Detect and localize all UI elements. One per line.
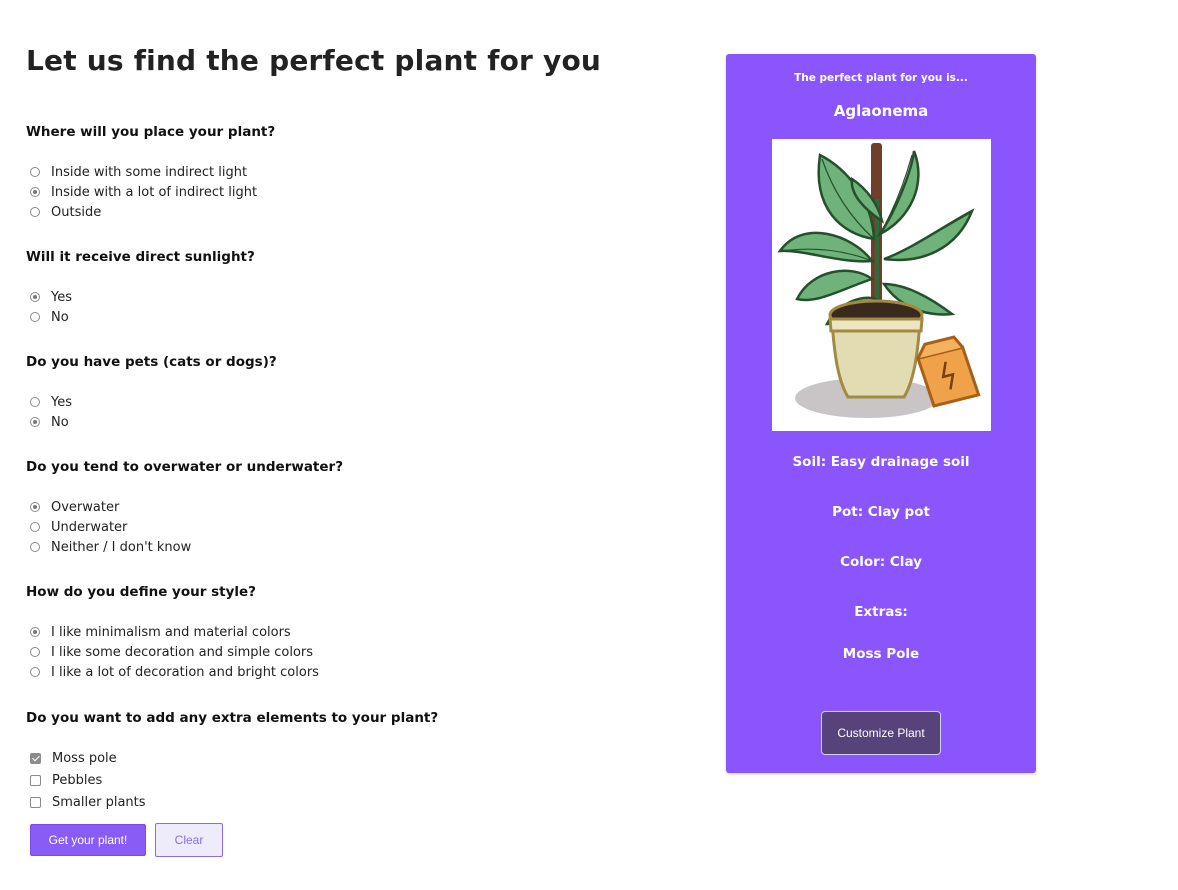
result-card: The perfect plant for you is... Aglaonem… [726, 54, 1036, 773]
option-watering-over[interactable]: Overwater [30, 498, 119, 516]
option-label: Moss pole [52, 750, 117, 766]
option-sunlight-yes[interactable]: Yes [30, 288, 72, 306]
question-pets: Do you have pets (cats or dogs)? [26, 354, 277, 370]
page-title: Let us find the perfect plant for you [26, 44, 602, 77]
potted-plant-icon [777, 143, 981, 418]
option-label: I like some decoration and simple colors [51, 644, 314, 660]
option-label: Underwater [51, 519, 128, 535]
get-your-plant-button[interactable]: Get your plant! [30, 824, 146, 856]
checkbox-checked[interactable] [30, 752, 41, 764]
option-label: Yes [51, 394, 72, 410]
customize-plant-button[interactable]: Customize Plant [821, 711, 941, 755]
checkbox-extra-moss-pole[interactable]: Moss pole [30, 749, 117, 767]
question-extras: Do you want to add any extra elements to… [26, 710, 439, 726]
option-pets-yes[interactable]: Yes [30, 393, 72, 411]
radio-button[interactable] [30, 207, 40, 217]
radio-button[interactable] [30, 522, 40, 532]
option-placement-some-light[interactable]: Inside with some indirect light [30, 163, 247, 181]
radio-button[interactable] [30, 397, 40, 407]
option-pets-no[interactable]: No [30, 413, 69, 431]
radio-button[interactable] [30, 647, 40, 657]
radio-button-selected[interactable] [30, 627, 40, 637]
question-watering: Do you tend to overwater or underwater? [26, 459, 344, 475]
radio-button-selected[interactable] [30, 187, 40, 197]
radio-button-selected[interactable] [30, 292, 40, 302]
checkbox-extra-pebbles[interactable]: Pebbles [30, 771, 102, 789]
option-style-some-decoration[interactable]: I like some decoration and simple colors [30, 643, 313, 661]
option-label: Neither / I don't know [51, 539, 192, 555]
option-label: Overwater [51, 499, 120, 515]
question-style: How do you define your style? [26, 584, 257, 600]
checkbox[interactable] [30, 774, 41, 786]
option-watering-under[interactable]: Underwater [30, 518, 127, 536]
option-placement-outside[interactable]: Outside [30, 203, 101, 221]
radio-button[interactable] [30, 167, 40, 177]
radio-button[interactable] [30, 542, 40, 552]
question-placement: Where will you place your plant? [26, 124, 276, 140]
plant-image [772, 139, 991, 431]
option-label: Smaller plants [52, 794, 146, 810]
clear-button[interactable]: Clear [155, 823, 223, 857]
option-label: Inside with a lot of indirect light [51, 184, 258, 200]
option-label: No [51, 414, 69, 430]
color-recommendation: Color: Clay [840, 554, 922, 570]
plant-name: Aglaonema [833, 102, 929, 120]
checkbox[interactable] [30, 796, 41, 808]
option-label: No [51, 309, 69, 325]
radio-button[interactable] [30, 667, 40, 677]
extras-value: Moss Pole [842, 646, 920, 662]
extras-label: Extras: [854, 604, 908, 620]
option-style-minimalism[interactable]: I like minimalism and material colors [30, 623, 291, 641]
option-watering-neither[interactable]: Neither / I don't know [30, 538, 191, 556]
option-label: I like a lot of decoration and bright co… [51, 664, 319, 680]
checkbox-extra-smaller-plants[interactable]: Smaller plants [30, 793, 146, 811]
radio-button-selected[interactable] [30, 502, 40, 512]
plant-finder-page: Let us find the perfect plant for you Wh… [0, 0, 1178, 890]
soil-recommendation: Soil: Easy drainage soil [792, 454, 970, 470]
option-label: Yes [51, 289, 72, 305]
option-label: Inside with some indirect light [51, 164, 248, 180]
option-label: Outside [51, 204, 102, 220]
option-label: I like minimalism and material colors [51, 624, 291, 640]
option-placement-lot-light[interactable]: Inside with a lot of indirect light [30, 183, 257, 201]
result-heading: The perfect plant for you is... [794, 72, 968, 84]
option-label: Pebbles [52, 772, 103, 788]
radio-button[interactable] [30, 312, 40, 322]
radio-button-selected[interactable] [30, 417, 40, 427]
question-sunlight: Will it receive direct sunlight? [26, 249, 255, 265]
option-style-lot-decoration[interactable]: I like a lot of decoration and bright co… [30, 663, 319, 681]
pot-recommendation: Pot: Clay pot [832, 504, 930, 520]
option-sunlight-no[interactable]: No [30, 308, 69, 326]
